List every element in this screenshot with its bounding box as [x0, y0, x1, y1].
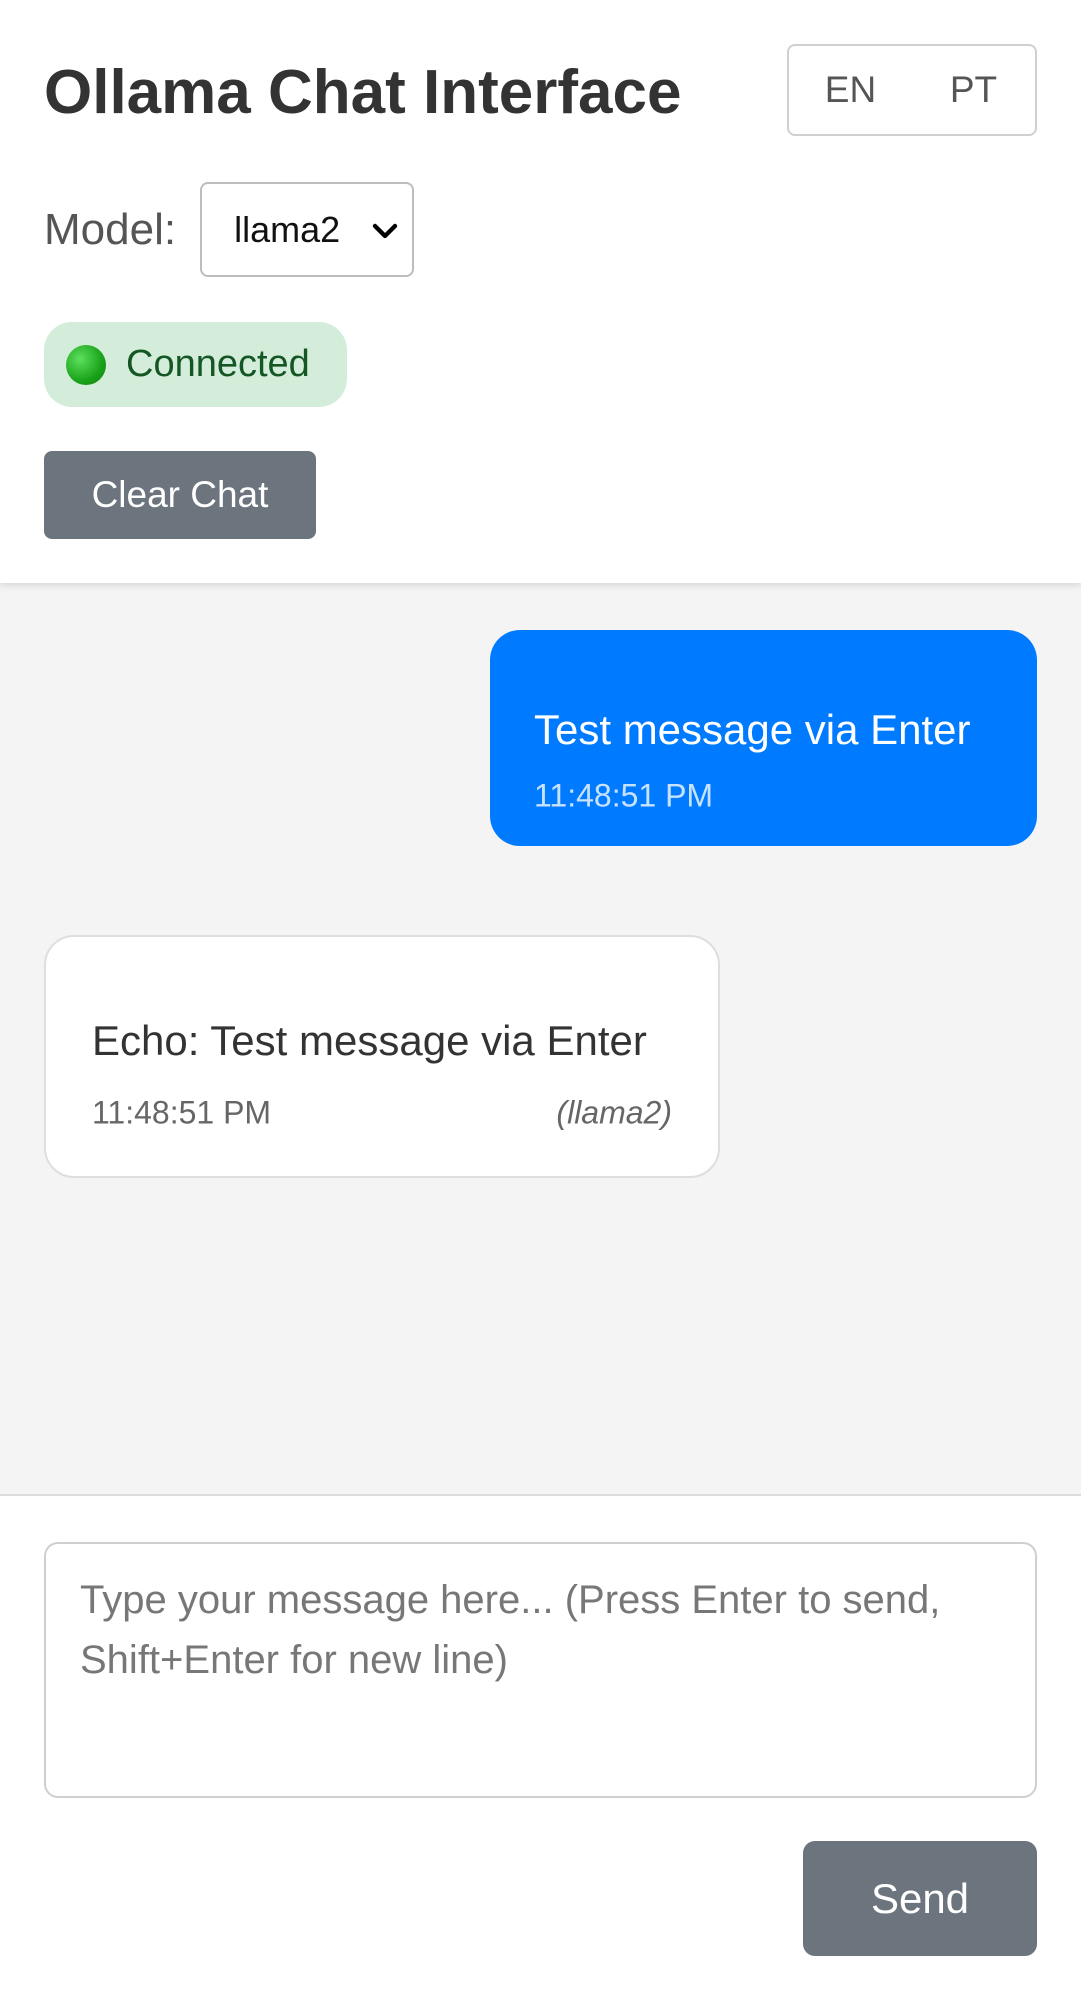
message-input[interactable] [44, 1542, 1037, 1798]
user-message: Test message via Enter 11:48:51 PM [490, 630, 1037, 846]
message-timestamp: 11:48:51 PM [534, 777, 714, 814]
composer: Send [0, 1494, 1081, 1999]
header: Ollama Chat Interface EN PT Model: llama… [0, 0, 1081, 583]
message-timestamp: 11:48:51 PM [92, 1094, 272, 1131]
green-dot-icon [66, 344, 106, 385]
message-model-tag: (llama2) [556, 1094, 672, 1131]
message-text: Echo: Test message via Enter [92, 1017, 647, 1064]
status-text: Connected [126, 343, 310, 385]
chat-app: Ollama Chat Interface EN PT Model: llama… [0, 0, 1081, 1999]
language-en-button[interactable]: EN [789, 46, 912, 134]
chat-messages[interactable]: Test message via Enter 11:48:51 PM Echo:… [0, 583, 1081, 1494]
model-label: Model: [44, 204, 177, 254]
language-switcher: EN PT [787, 44, 1037, 136]
assistant-message: Echo: Test message via Enter 11:48:51 PM… [44, 935, 720, 1178]
clear-chat-button[interactable]: Clear Chat [44, 451, 316, 539]
message-text: Test message via Enter [534, 706, 971, 753]
model-select[interactable]: llama2 [200, 182, 415, 277]
send-button[interactable]: Send [803, 1841, 1037, 1956]
page-title: Ollama Chat Interface [44, 58, 682, 127]
model-row: Model: llama2 [44, 182, 415, 277]
chevron-down-icon [372, 223, 398, 239]
status-badge: Connected [44, 322, 347, 407]
model-select-value: llama2 [234, 208, 341, 250]
language-pt-button[interactable]: PT [912, 46, 1035, 134]
